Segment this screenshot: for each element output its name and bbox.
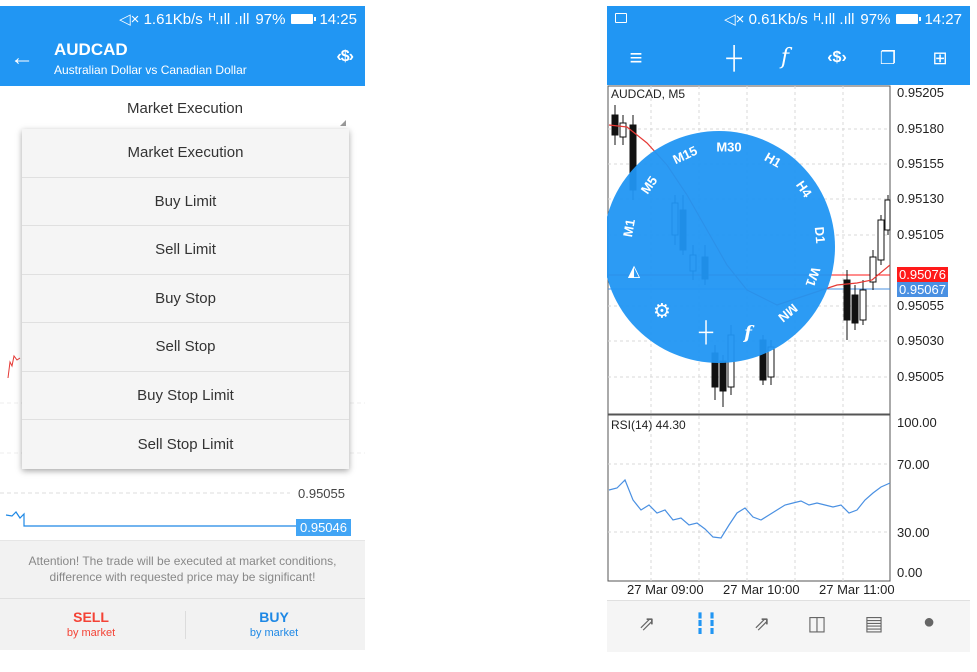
trade-dollar-icon[interactable]: ‹$› — [336, 48, 354, 66]
history-inbox-icon[interactable]: ◫ — [802, 611, 832, 639]
price-axis-label: 0.95155 — [897, 156, 944, 171]
status-bar: ◁× 0.61Kb/s ᴴ.ıll .ıll 97% 14:27 — [607, 6, 970, 32]
price-axis-label: 0.95180 — [897, 121, 944, 136]
buy-button[interactable]: BUY by market — [183, 609, 365, 639]
market-execution-warning: Attention! The trade will be executed at… — [0, 540, 365, 598]
price-axis-label: 0.95005 — [897, 369, 944, 384]
order-app-bar: ← AUDCAD Australian Dollar vs Canadian D… — [0, 32, 365, 86]
crosshair-icon[interactable]: ┼ — [719, 44, 749, 72]
chart-toolbar: ≡ ┼ f ‹$› ❐ ⊞ — [607, 32, 970, 85]
clock: 14:27 — [924, 10, 962, 28]
signal-icon: ᴴ.ıll .ıll — [208, 10, 250, 28]
chart-screen: ◁× 0.61Kb/s ᴴ.ıll .ıll 97% 14:27 ≡ ┼ f ‹… — [607, 0, 970, 672]
price-axis-label: 0.95130 — [897, 191, 944, 206]
price-axis-label: 0.95105 — [897, 227, 944, 242]
new-order-icon[interactable]: ⊞ — [925, 44, 955, 72]
timeframe-d1[interactable]: D1 — [812, 226, 828, 244]
battery-level: 97% — [255, 10, 286, 28]
price-axis-label: 0.95205 — [897, 85, 944, 100]
order-buttons: SELL by market BUY by market — [0, 598, 365, 650]
wheel-crosshair-icon[interactable]: ┼ — [699, 322, 713, 345]
bid-price-label: 0.95076 — [897, 267, 948, 282]
rsi-axis-label: 0.00 — [897, 565, 923, 580]
ask-price-label: 0.95067 — [897, 282, 948, 297]
order-type-sell-limit[interactable]: Sell Limit — [22, 226, 349, 275]
price-axis-label: 0.95030 — [897, 333, 944, 348]
battery-level: 97% — [860, 10, 891, 28]
windows-icon[interactable]: ❐ — [873, 44, 903, 72]
order-type-buy-stop-limit[interactable]: Buy Stop Limit — [22, 372, 349, 420]
battery-icon — [896, 14, 922, 24]
order-type-sell-stop-limit[interactable]: Sell Stop Limit — [22, 420, 349, 469]
messages-icon[interactable]: ● — [914, 611, 944, 639]
objects-icon[interactable]: ◭ — [628, 261, 640, 281]
order-type-sell-stop[interactable]: Sell Stop — [22, 323, 349, 372]
settings-gear-icon[interactable]: ⚙ — [653, 299, 671, 324]
network-speed: ◁× 1.61Kb/s — [119, 11, 203, 28]
time-axis-label: 27 Mar 11:00 — [819, 582, 895, 597]
network-speed: ◁× 0.61Kb/s — [724, 11, 808, 28]
sell-button[interactable]: SELL by market — [0, 609, 182, 639]
current-price-label: 0.95046 — [296, 519, 351, 536]
price-chart[interactable]: AUDCAD, M5 RSI(14) 44.30 M1 M5 M15 M30 H… — [607, 85, 970, 600]
status-bar: ◁× 1.61Kb/s ᴴ.ıll .ıll 97% 14:25 — [0, 6, 365, 32]
time-axis-label: 27 Mar 09:00 — [627, 582, 704, 597]
wheel-indicators-icon[interactable]: f — [744, 323, 752, 344]
menu-icon[interactable]: ≡ — [621, 44, 651, 72]
indicators-icon[interactable]: f — [770, 44, 800, 72]
clock: 14:25 — [319, 10, 357, 28]
order-type-buy-stop[interactable]: Buy Stop — [22, 275, 349, 323]
trade-icon[interactable]: ⇗ — [747, 611, 777, 639]
rsi-axis-label: 100.00 — [897, 415, 937, 430]
trade-dollar-icon[interactable]: ‹$› — [822, 44, 852, 72]
signal-icon: ᴴ.ıll .ıll — [813, 10, 855, 28]
chart-title: AUDCAD, M5 — [611, 87, 686, 101]
upper-price-label: 0.95055 — [298, 486, 345, 501]
rsi-title: RSI(14) 44.30 — [611, 418, 686, 432]
news-icon[interactable]: ▤ — [859, 611, 889, 639]
timeframe-m1[interactable]: M1 — [620, 218, 638, 238]
symbol-title: AUDCAD — [54, 40, 128, 59]
order-type-dropdown: Market Execution Buy Limit Sell Limit Bu… — [22, 129, 349, 469]
rsi-axis-label: 30.00 — [897, 525, 930, 540]
rsi-axis-label: 70.00 — [897, 457, 930, 472]
symbol-description: Australian Dollar vs Canadian Dollar — [54, 63, 247, 77]
notification-icon — [615, 13, 627, 23]
back-arrow-icon[interactable]: ← — [10, 46, 34, 70]
order-type-market-execution[interactable]: Market Execution — [22, 129, 349, 178]
chart-candles-icon[interactable]: ┇┇ — [691, 611, 721, 639]
timeframe-m30[interactable]: M30 — [716, 140, 741, 155]
time-axis-label: 27 Mar 10:00 — [723, 582, 800, 597]
battery-icon — [291, 14, 317, 24]
wheel-center — [651, 179, 787, 315]
order-screen: ◁× 1.61Kb/s ᴴ.ıll .ıll 97% 14:25 ← AUDCA… — [0, 0, 365, 672]
execution-type-select[interactable]: Market Execution — [20, 100, 350, 128]
bottom-navigation: ⇗ ┇┇ ⇗ ◫ ▤ ● — [607, 600, 970, 652]
quotes-arrows-icon[interactable]: ⇗ — [632, 611, 662, 639]
order-type-buy-limit[interactable]: Buy Limit — [22, 178, 349, 226]
price-axis-label: 0.95055 — [897, 298, 944, 313]
